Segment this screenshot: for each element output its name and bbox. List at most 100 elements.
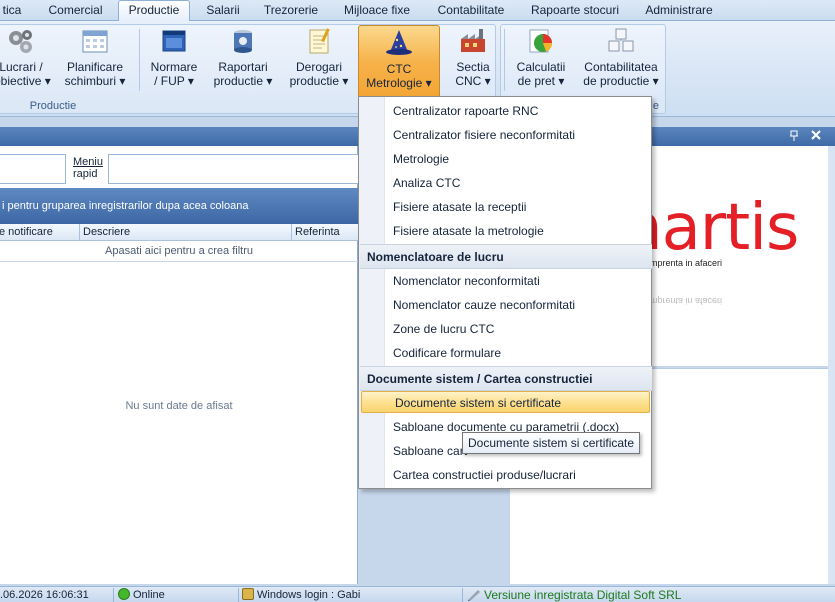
status-datetime: .06.2026 16:06:31 — [0, 589, 89, 601]
normare-fup-button[interactable]: Normare / FUP ▾ — [145, 24, 203, 96]
lucrari-obiective-button[interactable]: Lucrari / obiective ▾ — [0, 24, 51, 96]
menu-item-tooltip: Documente sistem si certificate — [462, 432, 641, 454]
status-online-label: Online — [133, 589, 165, 601]
meniu-label-line1: Meniu — [73, 156, 103, 168]
status-separator — [238, 588, 239, 602]
ribbon-separator — [504, 29, 505, 91]
status-windows-login: Windows login : Gabi — [242, 587, 360, 602]
button-label-line1: Raportari — [218, 60, 268, 74]
menu-item-cartea-constructiei[interactable]: Cartea constructiei produse/lucrari — [360, 464, 651, 486]
grid-column-headers: e notificare Descriere Referinta — [0, 224, 358, 241]
filter-input[interactable] — [0, 154, 66, 184]
filter-row: Meniu rapid — [0, 154, 360, 184]
derogari-productie-button[interactable]: Derogari productie ▾ — [284, 24, 354, 96]
logo-tagline: mprenta in afaceri — [650, 258, 723, 268]
user-icon — [242, 588, 254, 600]
button-label-line1: Planificare — [66, 60, 124, 74]
menu-header-nomenclatoare: Nomenclatoare de lucru — [360, 244, 652, 269]
license-icon — [467, 589, 481, 601]
button-label-line2: de pret ▾ — [517, 74, 565, 88]
button-label-line1: Lucrari / — [0, 60, 43, 74]
menu-header-documente-sistem: Documente sistem / Cartea constructiei — [360, 366, 652, 391]
status-online: Online — [118, 587, 165, 602]
group-by-hint-bar[interactable]: i pentru gruparea inregistrarilor dupa a… — [0, 188, 358, 224]
menu-item-fisiere-receptii[interactable]: Fisiere atasate la receptii — [360, 196, 651, 218]
contabilitatea-de-productie-button[interactable]: Contabilitatea de productie ▾ — [578, 24, 664, 96]
status-separator — [462, 588, 463, 602]
menu-item-centralizator-rapoarte-rnc[interactable]: Centralizator rapoarte RNC — [360, 100, 651, 122]
status-bar: .06.2026 16:06:31 Online Windows login :… — [0, 586, 835, 602]
menu-item-zone-de-lucru[interactable]: Zone de lucru CTC — [360, 318, 651, 340]
pie-chart-document-icon — [529, 29, 552, 53]
column-header-referinta[interactable]: Referinta — [295, 226, 340, 238]
online-indicator-icon — [118, 588, 130, 600]
button-label-line1: Sectia — [456, 60, 490, 74]
logo-tagline-reflection: mprenta in afaceri — [650, 296, 723, 306]
ctc-metrologie-dropdown-menu: Centralizator rapoarte RNC Centralizator… — [358, 96, 652, 489]
tab-salarii[interactable]: Salarii — [197, 2, 249, 21]
create-filter-row[interactable]: Apasati aici pentru a crea filtru — [0, 241, 358, 262]
status-separator — [113, 588, 114, 602]
notepad-icon — [309, 28, 330, 54]
right-gutter — [828, 146, 835, 584]
left-panel: Meniu rapid i pentru gruparea inregistra… — [0, 146, 360, 584]
button-label-line1: Contabilitatea — [584, 60, 658, 74]
menu-item-metrologie[interactable]: Metrologie — [360, 148, 651, 170]
menu-item-fisiere-metrologie[interactable]: Fisiere atasate la metrologie — [360, 220, 651, 242]
menu-item-nomenclator-neconformitati[interactable]: Nomenclator neconformitati — [360, 270, 651, 292]
column-header-descriere[interactable]: Descriere — [83, 226, 130, 238]
button-label-line2: / FUP ▾ — [154, 74, 194, 88]
button-label-line1: Calculatii — [516, 60, 566, 74]
menu-item-nomenclator-cauze[interactable]: Nomenclator cauze neconformitati — [360, 294, 651, 316]
tab-mijloace-fixe[interactable]: Mijloace fixe — [336, 2, 418, 21]
wizard-hat-icon — [386, 30, 412, 55]
button-label-line1: Normare — [150, 60, 198, 74]
empty-grid-message: Nu sunt date de afisat — [125, 400, 233, 412]
tab-rapoarte-stocuri[interactable]: Rapoarte stocuri — [524, 2, 626, 21]
calendar-icon — [82, 30, 108, 53]
tab-administrare[interactable]: Administrare — [638, 2, 720, 21]
ctc-metrologie-button[interactable]: CTC Metrologie ▾ — [358, 25, 440, 99]
button-label-line1: Derogari — [295, 60, 343, 74]
column-separator[interactable] — [291, 224, 292, 241]
gears-icon — [9, 30, 32, 53]
button-label-line2: de productie ▾ — [583, 74, 659, 88]
ribbon-separator — [139, 29, 140, 91]
menu-item-documente-sistem-certificate[interactable]: Documente sistem si certificate — [361, 391, 650, 413]
tab-trezorerie[interactable]: Trezorerie — [258, 2, 324, 21]
button-label-line2: Metrologie ▾ — [366, 76, 432, 90]
menu-item-codificare-formulare[interactable]: Codificare formulare — [360, 342, 651, 364]
button-label-line2: schimburi ▾ — [64, 74, 126, 88]
status-version-label: Versiune inregistrata Digital Soft SRL — [484, 588, 682, 602]
tab-contabilitate[interactable]: Contabilitate — [430, 2, 512, 21]
raportari-productie-button[interactable]: Raportari productie ▾ — [209, 24, 277, 96]
button-label-line2: productie ▾ — [213, 74, 273, 88]
ribbon-group-label: Productie — [29, 100, 77, 112]
status-version: Versiune inregistrata Digital Soft SRL — [467, 587, 681, 602]
button-label-line2: obiective ▾ — [0, 74, 51, 88]
menu-item-centralizator-fisiere-neconformitati[interactable]: Centralizator fisiere neconformitati — [360, 124, 651, 146]
window-icon — [162, 30, 186, 52]
barrel-icon — [234, 30, 252, 53]
meniu-label-line2: rapid — [73, 168, 98, 180]
meniu-rapid-input[interactable] — [108, 154, 360, 184]
tab-productie[interactable]: Productie — [118, 0, 190, 22]
menu-item-analiza-ctc[interactable]: Analiza CTC — [360, 172, 651, 194]
factory-icon — [461, 29, 485, 52]
column-separator[interactable] — [79, 224, 80, 241]
button-label-line1: CTC — [386, 62, 412, 76]
planificare-schimburi-button[interactable]: Planificare schimburi ▾ — [62, 24, 128, 96]
button-label-line2: productie ▾ — [289, 74, 349, 88]
pin-icon[interactable] — [789, 130, 799, 142]
button-label-line2: CNC ▾ — [455, 74, 491, 88]
ribbon-tab-bar: tica Comercial Productie Salarii Trezore… — [0, 0, 835, 22]
calculatii-de-pret-button[interactable]: Calculatii de pret ▾ — [510, 24, 572, 96]
tab-comercial[interactable]: Comercial — [38, 2, 113, 21]
sectia-cnc-button[interactable]: Sectia CNC ▾ — [448, 24, 498, 96]
tab-truncated[interactable]: tica — [0, 2, 24, 21]
left-panel-header — [0, 127, 358, 146]
meniu-rapid-label: Meniu rapid — [73, 156, 103, 180]
status-windows-login-label: Windows login : Gabi — [257, 589, 361, 601]
close-icon[interactable] — [810, 129, 822, 141]
column-header-notificare[interactable]: e notificare — [0, 226, 53, 238]
